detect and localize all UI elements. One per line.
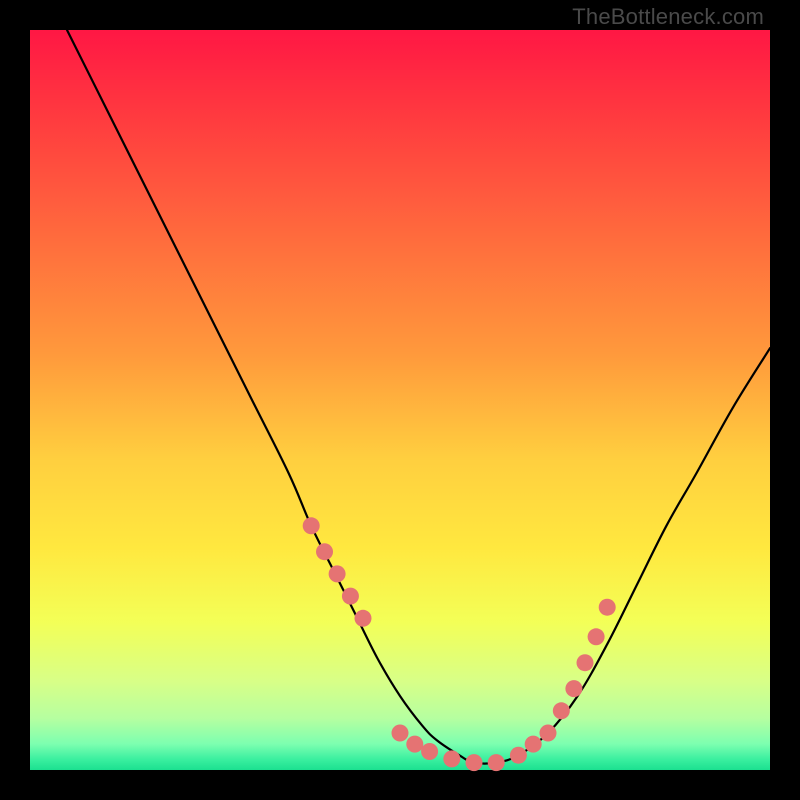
highlight-dot: [525, 736, 542, 753]
highlight-dot: [392, 725, 409, 742]
highlight-dot: [553, 702, 570, 719]
highlight-dot: [406, 736, 423, 753]
chart-background: [30, 30, 770, 770]
highlight-dot: [466, 754, 483, 771]
highlight-dot: [588, 628, 605, 645]
highlight-dot: [565, 680, 582, 697]
highlight-dot: [329, 565, 346, 582]
highlight-dot: [443, 750, 460, 767]
highlight-dot: [316, 543, 333, 560]
highlight-dot: [488, 754, 505, 771]
highlight-dot: [577, 654, 594, 671]
highlight-dot: [540, 725, 557, 742]
chart-frame: TheBottleneck.com: [0, 0, 800, 800]
highlight-dot: [421, 743, 438, 760]
watermark-text: TheBottleneck.com: [572, 4, 764, 30]
highlight-dot: [355, 610, 372, 627]
highlight-dot: [599, 599, 616, 616]
bottleneck-chart: [30, 30, 770, 770]
highlight-dot: [510, 747, 527, 764]
highlight-dot: [303, 517, 320, 534]
highlight-dot: [342, 588, 359, 605]
